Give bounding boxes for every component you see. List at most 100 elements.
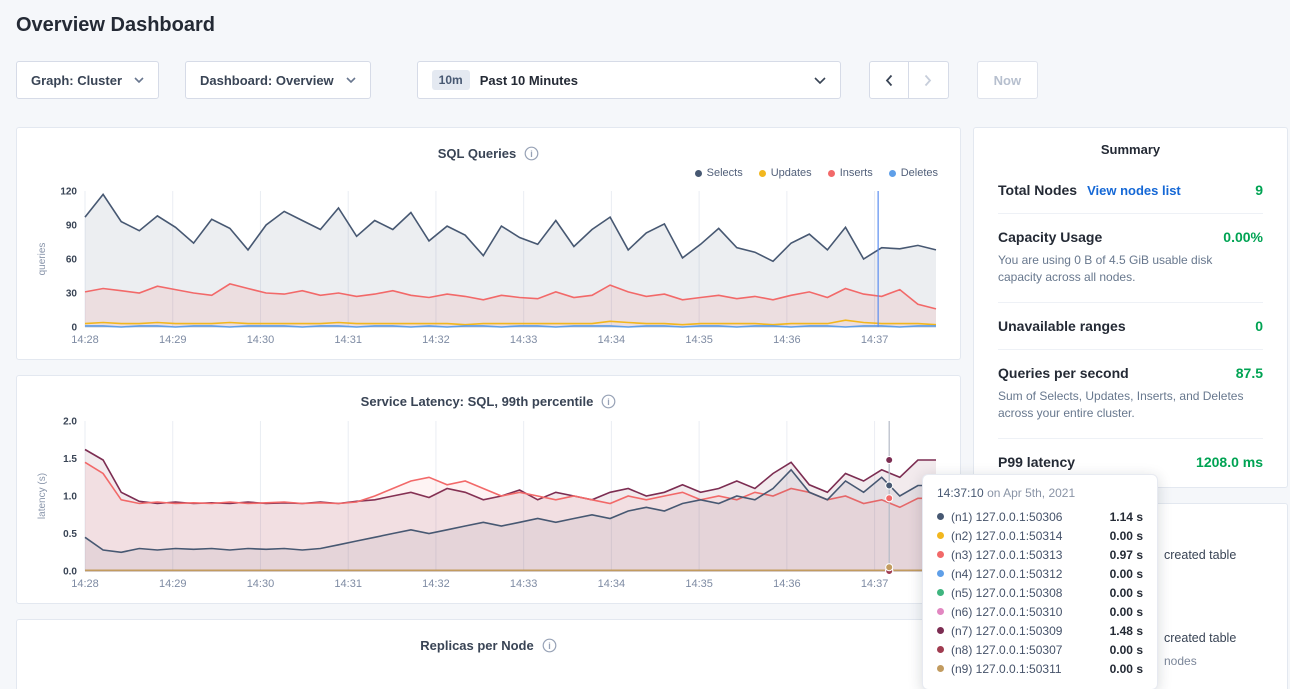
svg-text:0.0: 0.0 (63, 567, 77, 578)
svg-text:14:31: 14:31 (334, 578, 362, 590)
legend-dot (759, 170, 766, 177)
info-icon[interactable]: i (542, 638, 557, 653)
svg-text:14:33: 14:33 (510, 578, 538, 590)
event-item[interactable]: created table (1164, 631, 1236, 645)
tooltip-node-value: 1.48 s (1110, 624, 1143, 638)
time-range-picker[interactable]: 10m Past 10 Minutes (417, 61, 841, 99)
svg-text:120: 120 (60, 187, 77, 198)
svg-text:i: i (530, 149, 533, 159)
tooltip-time: 14:37:10 (937, 486, 984, 500)
chevron-down-icon (346, 77, 356, 83)
service-latency-chart[interactable]: 14:2814:2914:3014:3114:3214:3314:3414:35… (33, 413, 944, 595)
svg-text:14:37: 14:37 (861, 578, 889, 590)
legend-item-deletes[interactable]: Deletes (889, 165, 938, 181)
svg-text:14:33: 14:33 (510, 334, 538, 346)
series-dot (937, 665, 944, 672)
service-latency-panel: Service Latency: SQL, 99th percentile i … (16, 375, 961, 604)
svg-text:14:32: 14:32 (422, 334, 450, 346)
svg-text:14:37: 14:37 (861, 334, 889, 346)
graph-selector-dropdown[interactable]: Graph: Cluster (16, 61, 159, 99)
series-dot (937, 551, 944, 558)
svg-text:queries: queries (37, 243, 48, 276)
event-item[interactable]: created table (1164, 548, 1236, 562)
summary-value: 0.00% (1223, 229, 1263, 245)
summary-label: Capacity Usage (998, 229, 1102, 245)
tooltip-node-label: (n3) 127.0.0.1:50313 (951, 548, 1062, 562)
charts-column: SQL Queries i Selects Updates Inserts Delet… (16, 127, 961, 689)
summary-value: 1208.0 ms (1196, 454, 1263, 470)
tooltip-row: (n4) 127.0.0.1:50312 0.00 s (937, 564, 1143, 583)
graph-selector-label: Graph: Cluster (31, 73, 122, 88)
event-item[interactable]: nodes (1164, 654, 1197, 668)
svg-text:14:34: 14:34 (598, 334, 626, 346)
summary-value: 0 (1255, 318, 1263, 334)
sql-queries-panel: SQL Queries i Selects Updates Inserts Delet… (16, 127, 961, 360)
legend-item-inserts[interactable]: Inserts (828, 165, 873, 181)
sql-queries-title: SQL Queries (438, 146, 517, 161)
summary-value: 9 (1255, 182, 1263, 198)
sql-queries-header: SQL Queries i (33, 140, 944, 165)
tooltip-node-value: 0.00 s (1110, 529, 1143, 543)
tooltip-node-label: (n4) 127.0.0.1:50312 (951, 567, 1062, 581)
summary-value: 87.5 (1236, 365, 1263, 381)
tooltip-row: (n6) 127.0.0.1:503100.00 s (937, 602, 1143, 621)
svg-text:14:31: 14:31 (334, 334, 362, 346)
series-dot (937, 513, 944, 520)
svg-text:latency (s): latency (s) (37, 473, 48, 519)
toolbar: Graph: Cluster Dashboard: Overview 10m P… (16, 61, 1288, 99)
summary-row: Queries per second87.5Sum of Selects, Up… (998, 350, 1263, 439)
summary-label: Unavailable ranges (998, 318, 1126, 334)
svg-text:90: 90 (66, 221, 78, 232)
dashboard-selector-label: Dashboard: Overview (200, 73, 334, 88)
tooltip-node-label: (n8) 127.0.0.1:50307 (951, 643, 1062, 657)
series-dot (937, 532, 944, 539)
time-prev-button[interactable] (869, 61, 909, 99)
service-latency-title: Service Latency: SQL, 99th percentile (361, 394, 594, 409)
tooltip-node-value: 0.00 s (1110, 605, 1143, 619)
tooltip-node-label: (n7) 127.0.0.1:50309 (951, 624, 1062, 638)
legend-item-updates[interactable]: Updates (759, 165, 812, 181)
time-range-badge: 10m (432, 70, 470, 90)
svg-text:14:36: 14:36 (773, 578, 801, 590)
tooltip-header: 14:37:10 on Apr 5th, 2021 (937, 486, 1143, 500)
time-nav-group (869, 61, 949, 99)
svg-text:14:30: 14:30 (247, 334, 275, 346)
legend-item-selects[interactable]: Selects (695, 165, 743, 181)
view-nodes-link[interactable]: View nodes list (1087, 183, 1181, 198)
svg-text:30: 30 (66, 289, 78, 300)
summary-rows: Total NodesView nodes list9Capacity Usag… (998, 167, 1263, 485)
chevron-left-icon (885, 74, 893, 87)
chevron-down-icon (134, 77, 144, 83)
info-icon[interactable]: i (524, 146, 539, 161)
info-icon[interactable]: i (601, 394, 616, 409)
tooltip-date: on Apr 5th, 2021 (987, 486, 1075, 500)
tooltip-row: (n7) 127.0.0.1:50309 1.48 s (937, 621, 1143, 640)
tooltip-row: (n5) 127.0.0.1:503080.00 s (937, 583, 1143, 602)
tooltip-node-value: 0.00 s (1110, 567, 1143, 581)
tooltip-row: (n1) 127.0.0.1:503061.14 s (937, 507, 1143, 526)
svg-text:i: i (548, 641, 551, 651)
svg-text:2.0: 2.0 (63, 417, 77, 428)
svg-text:14:28: 14:28 (71, 578, 99, 590)
tooltip-node-label: (n2) 127.0.0.1:50314 (951, 529, 1062, 543)
summary-row: Unavailable ranges 0 (998, 303, 1263, 350)
replicas-header: Replicas per Node i (33, 632, 944, 657)
time-next-button[interactable] (909, 61, 949, 99)
now-button[interactable]: Now (977, 61, 1038, 99)
tooltip-node-value: 0.00 s (1110, 643, 1143, 657)
sql-queries-chart[interactable]: 14:2814:2914:3014:3114:3214:3314:3414:35… (33, 183, 944, 351)
tooltip-node-label: (n1) 127.0.0.1:50306 (951, 510, 1062, 524)
dashboard-selector-dropdown[interactable]: Dashboard: Overview (185, 61, 371, 99)
summary-description: You are using 0 B of 4.5 GiB usable disk… (998, 252, 1254, 287)
tooltip-node-value: 0.97 s (1110, 548, 1143, 562)
time-range-label: Past 10 Minutes (480, 73, 804, 88)
tooltip-rows: (n1) 127.0.0.1:503061.14 s(n2) 127.0.0.1… (937, 507, 1143, 678)
svg-text:0.5: 0.5 (63, 529, 77, 540)
summary-label: Queries per second (998, 365, 1129, 381)
tooltip-row: (n2) 127.0.0.1:50314 0.00 s (937, 526, 1143, 545)
tooltip-node-value: 0.00 s (1110, 586, 1143, 600)
svg-text:14:36: 14:36 (773, 334, 801, 346)
svg-text:1.0: 1.0 (63, 492, 77, 503)
summary-row: Capacity Usage 0.00% You are using 0 B of … (998, 214, 1263, 303)
svg-text:14:28: 14:28 (71, 334, 99, 346)
